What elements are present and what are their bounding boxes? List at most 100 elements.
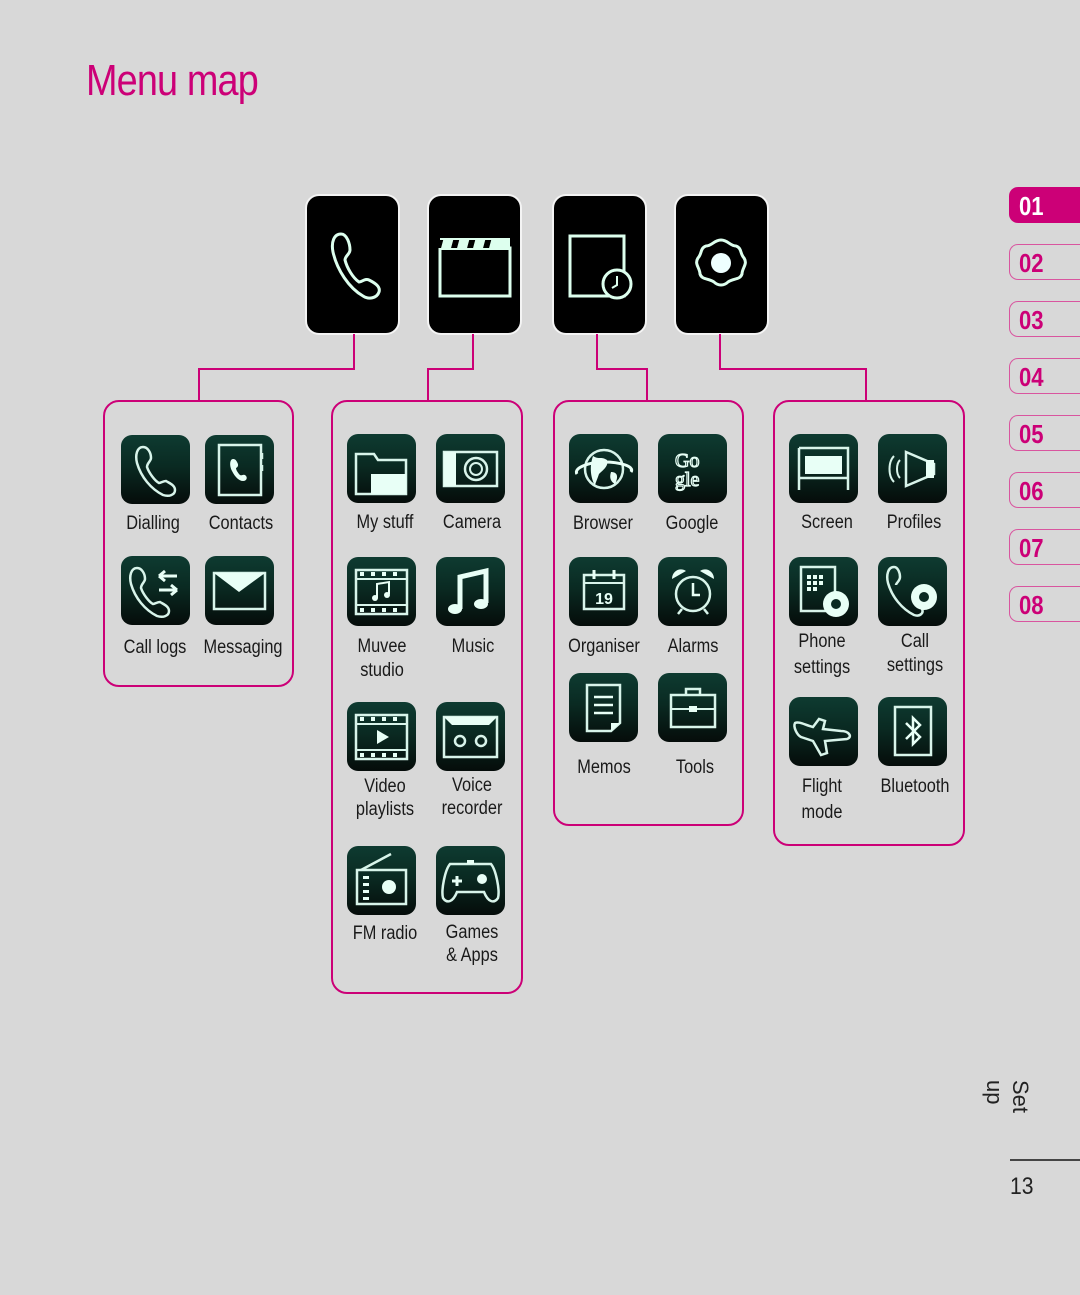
- chapter-tab-01[interactable]: 01: [1009, 187, 1080, 223]
- chapter-tab-07[interactable]: 07: [1009, 529, 1080, 565]
- memo-icon: [585, 683, 622, 733]
- chapter-tab-04[interactable]: 04: [1009, 358, 1080, 394]
- chapter-tab-05[interactable]: 05: [1009, 415, 1080, 451]
- chapter-tab-03[interactable]: 03: [1009, 301, 1080, 337]
- chapter-tab-label: 02: [1019, 248, 1044, 278]
- app-label: Google: [665, 513, 719, 534]
- app-bluetooth[interactable]: [878, 697, 947, 766]
- connector-line: [719, 334, 721, 370]
- app-label: Muvee: [357, 636, 407, 657]
- top-menu-phone[interactable]: [307, 196, 398, 333]
- phone-icon: [135, 445, 177, 498]
- top-menu-settings[interactable]: [676, 196, 767, 333]
- app-contacts[interactable]: [205, 435, 274, 504]
- app-label: Voice: [452, 775, 492, 796]
- chapter-tab-label: 06: [1019, 476, 1044, 506]
- camera-icon: [442, 450, 499, 488]
- app-browser[interactable]: [569, 434, 638, 503]
- app-label: Alarms: [667, 636, 719, 657]
- app-voice-recorder[interactable]: [436, 702, 505, 771]
- app-video-playlists[interactable]: [347, 702, 416, 771]
- app-fm-radio[interactable]: [347, 846, 416, 915]
- envelope-icon: [212, 571, 267, 611]
- app-muvee-studio[interactable]: [347, 557, 416, 626]
- bluetooth-icon: [893, 705, 933, 757]
- music-note-icon: [448, 567, 489, 614]
- app-label: Profiles: [886, 512, 942, 533]
- app-alarms[interactable]: [658, 557, 727, 626]
- top-menu-multimedia[interactable]: [429, 196, 520, 333]
- app-label: Memos: [577, 757, 631, 778]
- app-profiles[interactable]: [878, 434, 947, 503]
- app-camera[interactable]: [436, 434, 505, 503]
- chapter-tab-label: 08: [1019, 590, 1044, 620]
- connector-line: [596, 368, 648, 370]
- app-tools[interactable]: [658, 673, 727, 742]
- app-label: recorder: [441, 798, 503, 819]
- app-call-logs[interactable]: [121, 556, 190, 625]
- call-log-icon: [129, 566, 178, 619]
- connector-line: [198, 368, 355, 370]
- app-label: Phone: [798, 631, 846, 652]
- app-flight-mode[interactable]: [789, 697, 858, 766]
- contacts-book-icon: [217, 443, 264, 497]
- speaker-icon: [888, 450, 936, 488]
- app-my-stuff[interactable]: [347, 434, 416, 503]
- app-label: settings: [886, 655, 944, 676]
- connector-line: [427, 368, 474, 370]
- clapperboard-icon: [435, 238, 512, 298]
- app-label: Messaging: [203, 637, 283, 658]
- svg-text:gle: gle: [675, 469, 700, 491]
- app-label: Organiser: [568, 636, 640, 657]
- app-label: & Apps: [446, 945, 498, 966]
- chapter-tab-label: 01: [1019, 191, 1044, 221]
- airplane-icon: [793, 717, 852, 757]
- chapter-tab-02[interactable]: 02: [1009, 244, 1080, 280]
- app-label: Contacts: [208, 513, 274, 534]
- app-label: mode: [801, 802, 843, 823]
- app-label: Flight: [802, 776, 842, 797]
- app-music[interactable]: [436, 557, 505, 626]
- alarm-clock-icon: [672, 569, 714, 615]
- app-games-apps[interactable]: [436, 846, 505, 915]
- chapter-tab-label: 05: [1019, 419, 1044, 449]
- connector-line: [472, 334, 474, 370]
- top-menu-utilities[interactable]: [554, 196, 645, 333]
- chapter-tab-06[interactable]: 06: [1009, 472, 1080, 508]
- connector-line: [353, 334, 355, 370]
- page-title: Menu map: [86, 56, 259, 105]
- connector-line: [719, 368, 867, 370]
- film-music-icon: [354, 568, 409, 616]
- globe-icon: [574, 448, 634, 490]
- chapter-tab-label: 07: [1019, 533, 1044, 563]
- folder-icon: [354, 452, 408, 496]
- app-memos[interactable]: [569, 673, 638, 742]
- gamepad-icon: [441, 860, 500, 903]
- screen-icon: [797, 446, 850, 490]
- app-label: Tools: [675, 757, 715, 778]
- app-label: settings: [793, 657, 851, 678]
- video-play-icon: [354, 713, 409, 761]
- connector-line: [865, 368, 867, 402]
- organiser-clock-icon: [568, 234, 633, 300]
- app-call-settings[interactable]: [878, 557, 947, 626]
- chapter-tab-label: 04: [1019, 362, 1044, 392]
- gear-icon: [695, 238, 747, 287]
- app-label: Games: [445, 922, 499, 943]
- chapter-tab-08[interactable]: 08: [1009, 586, 1080, 622]
- call-settings-icon: [886, 565, 937, 617]
- cassette-icon: [442, 715, 499, 759]
- app-messaging[interactable]: [205, 556, 274, 625]
- app-phone-settings[interactable]: [789, 557, 858, 626]
- app-screen[interactable]: [789, 434, 858, 503]
- app-label: Bluetooth: [880, 776, 950, 797]
- app-organiser[interactable]: 19: [569, 557, 638, 626]
- app-dialling[interactable]: [121, 435, 190, 504]
- app-label: Call: [900, 631, 930, 652]
- connector-line: [427, 368, 429, 402]
- app-google[interactable]: Go gle: [658, 434, 727, 503]
- chapter-tab-label: 03: [1019, 305, 1044, 335]
- app-label: Browser: [573, 513, 633, 534]
- calendar-icon: 19: [582, 570, 626, 611]
- toolbox-icon: [669, 687, 717, 729]
